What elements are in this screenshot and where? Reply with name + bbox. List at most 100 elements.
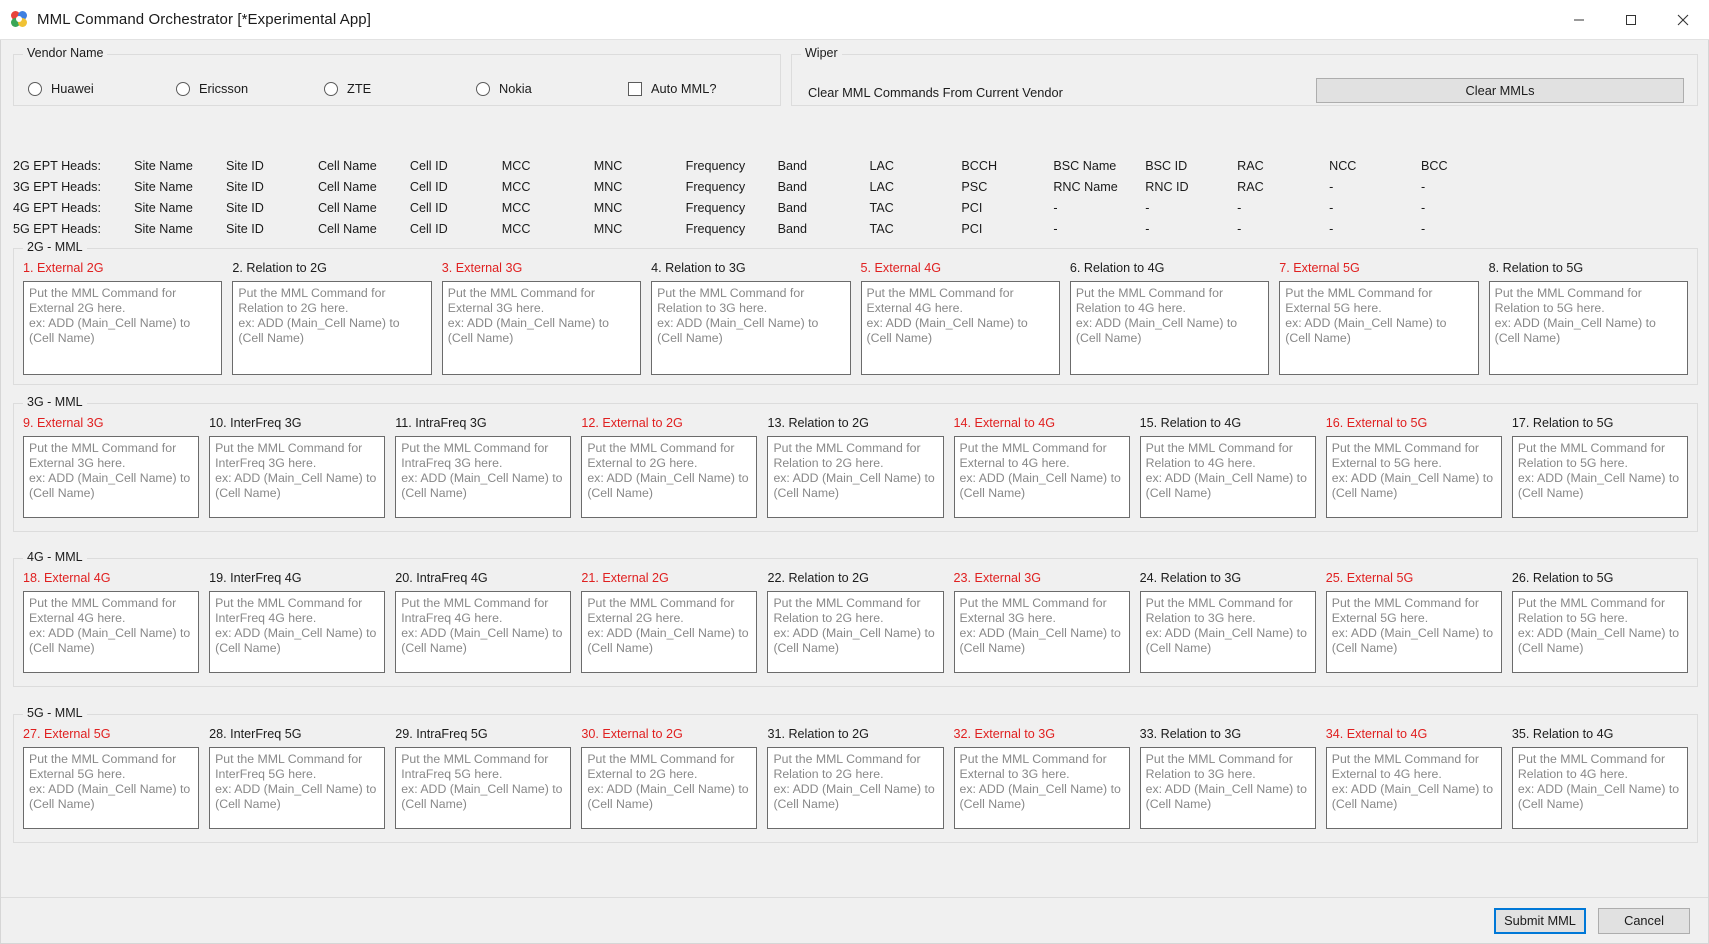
- mml-field-6: 6. Relation to 4G Put the MML Command fo…: [1069, 261, 1279, 375]
- section-5g-grid: 27. External 5G Put the MML Command for …: [14, 715, 1697, 840]
- minimize-icon[interactable]: [1553, 0, 1605, 39]
- ept-cell: LAC: [869, 179, 894, 194]
- mml-field-2: 2. Relation to 2G Put the MML Command fo…: [232, 261, 441, 375]
- ept-cell: MNC: [593, 221, 623, 236]
- table-row: 4G EPT Heads: Site Name Site ID Cell Nam…: [13, 197, 1513, 218]
- section-2g-grid: 1. External 2G Put the MML Command for E…: [14, 249, 1697, 386]
- ept-cell: Cell ID: [409, 221, 448, 236]
- mml-input-25[interactable]: Put the MML Command for External 5G here…: [1325, 591, 1502, 673]
- submit-mml-button[interactable]: Submit MML: [1494, 907, 1586, 934]
- ept-cell: PCI: [961, 221, 983, 236]
- wiper-group-legend: Wiper: [801, 46, 842, 60]
- mml-input-24[interactable]: Put the MML Command for Relation to 3G h…: [1139, 591, 1316, 673]
- radio-huawei[interactable]: Huawei: [28, 81, 176, 96]
- mml-input-13[interactable]: Put the MML Command for Relation to 2G h…: [767, 436, 944, 518]
- mml-input-17[interactable]: Put the MML Command for Relation to 5G h…: [1511, 436, 1688, 518]
- mml-input-5[interactable]: Put the MML Command for External 4G here…: [860, 281, 1060, 375]
- clear-mmls-button[interactable]: Clear MMLs: [1316, 78, 1684, 103]
- mml-input-21[interactable]: Put the MML Command for External 2G here…: [581, 591, 758, 673]
- ept-cell: -: [1329, 200, 1334, 215]
- maximize-icon[interactable]: [1605, 0, 1657, 39]
- mml-input-4[interactable]: Put the MML Command for Relation to 3G h…: [651, 281, 851, 375]
- mml-field-32: 32. External to 3G Put the MML Command f…: [953, 727, 1140, 829]
- section-2g-mml: 2G - MML 1. External 2G Put the MML Comm…: [13, 240, 1698, 386]
- mml-input-6[interactable]: Put the MML Command for Relation to 4G h…: [1069, 281, 1270, 375]
- mml-input-9[interactable]: Put the MML Command for External 3G here…: [23, 436, 200, 518]
- section-3g-legend: 3G - MML: [23, 395, 87, 409]
- ept-cell: -: [1145, 200, 1150, 215]
- mml-label-29: 29. IntraFreq 5G: [395, 727, 488, 741]
- mml-field-28: 28. InterFreq 5G Put the MML Command for…: [209, 727, 395, 829]
- section-3g-mml: 3G - MML 9. External 3G Put the MML Comm…: [13, 395, 1698, 532]
- ept-cell: Cell Name: [317, 200, 377, 215]
- close-icon[interactable]: [1657, 0, 1709, 39]
- radio-ericsson[interactable]: Ericsson: [176, 81, 324, 96]
- section-4g-grid: 18. External 4G Put the MML Command for …: [14, 559, 1697, 684]
- mml-input-15[interactable]: Put the MML Command for Relation to 4G h…: [1139, 436, 1316, 518]
- radio-zte[interactable]: ZTE: [324, 81, 476, 96]
- cancel-button[interactable]: Cancel: [1598, 907, 1690, 934]
- mml-input-14[interactable]: Put the MML Command for External to 4G h…: [953, 436, 1130, 518]
- ept-cell: MCC: [501, 221, 531, 236]
- mml-label-1: 1. External 2G: [23, 261, 104, 275]
- mml-input-16[interactable]: Put the MML Command for External to 5G h…: [1325, 436, 1502, 518]
- app-logo-icon: [11, 11, 28, 28]
- radio-nokia[interactable]: Nokia: [476, 81, 628, 96]
- mml-input-34[interactable]: Put the MML Command for External to 4G h…: [1325, 747, 1502, 829]
- ept-cell: Frequency: [685, 179, 746, 194]
- mml-label-22: 22. Relation to 2G: [767, 571, 869, 585]
- mml-field-24: 24. Relation to 3G Put the MML Command f…: [1139, 571, 1326, 673]
- radio-circle-icon: [476, 81, 490, 96]
- ept-cell: TAC: [869, 221, 894, 236]
- mml-input-32[interactable]: Put the MML Command for External to 3G h…: [953, 747, 1130, 829]
- mml-input-2[interactable]: Put the MML Command for Relation to 2G h…: [232, 281, 432, 375]
- mml-input-22[interactable]: Put the MML Command for Relation to 2G h…: [767, 591, 944, 673]
- mml-input-18[interactable]: Put the MML Command for External 4G here…: [23, 591, 200, 673]
- mml-input-23[interactable]: Put the MML Command for External 3G here…: [953, 591, 1130, 673]
- mml-input-19[interactable]: Put the MML Command for InterFreq 4G her…: [209, 591, 386, 673]
- mml-input-11[interactable]: Put the MML Command for IntraFreq 3G her…: [395, 436, 572, 518]
- mml-input-27[interactable]: Put the MML Command for External 5G here…: [23, 747, 200, 829]
- mml-input-26[interactable]: Put the MML Command for Relation to 5G h…: [1511, 591, 1688, 673]
- ept-cell: MCC: [501, 179, 531, 194]
- mml-field-10: 10. InterFreq 3G Put the MML Command for…: [209, 416, 395, 518]
- mml-label-6: 6. Relation to 4G: [1069, 261, 1165, 275]
- mml-input-35[interactable]: Put the MML Command for Relation to 4G h…: [1511, 747, 1688, 829]
- radio-circle-icon: [324, 81, 338, 96]
- ept-cell: -: [1237, 221, 1242, 236]
- mml-label-15: 15. Relation to 4G: [1139, 416, 1242, 430]
- ept-cell: MNC: [593, 179, 623, 194]
- ept-cell: -: [1237, 200, 1242, 215]
- ept-cell: MNC: [593, 158, 623, 173]
- checkbox-auto-mml[interactable]: Auto MML?: [628, 81, 716, 96]
- ept-cell: Cell ID: [409, 158, 448, 173]
- ept-row-lead: 5G EPT Heads:: [13, 221, 101, 236]
- mml-label-7: 7. External 5G: [1279, 261, 1360, 275]
- mml-input-31[interactable]: Put the MML Command for Relation to 2G h…: [767, 747, 944, 829]
- mml-input-10[interactable]: Put the MML Command for InterFreq 3G her…: [209, 436, 386, 518]
- ept-cell: -: [1421, 179, 1426, 194]
- mml-input-33[interactable]: Put the MML Command for Relation to 3G h…: [1139, 747, 1316, 829]
- mml-input-30[interactable]: Put the MML Command for External to 2G h…: [581, 747, 758, 829]
- main-panel: Vendor Name Huawei Ericsson ZTE Nokia Au…: [0, 40, 1709, 944]
- ept-cell: RNC ID: [1145, 179, 1189, 194]
- mml-input-7[interactable]: Put the MML Command for External 5G here…: [1279, 281, 1479, 375]
- mml-input-3[interactable]: Put the MML Command for External 3G here…: [441, 281, 642, 375]
- ept-cell: -: [1421, 221, 1426, 236]
- mml-field-27: 27. External 5G Put the MML Command for …: [23, 727, 209, 829]
- ept-cell: BSC Name: [1053, 158, 1117, 173]
- section-3g-grid: 9. External 3G Put the MML Command for E…: [14, 404, 1697, 529]
- mml-input-28[interactable]: Put the MML Command for InterFreq 5G her…: [209, 747, 386, 829]
- ept-cell: Cell ID: [409, 200, 448, 215]
- ept-cell: TAC: [869, 200, 894, 215]
- mml-input-20[interactable]: Put the MML Command for IntraFreq 4G her…: [395, 591, 572, 673]
- mml-input-1[interactable]: Put the MML Command for External 2G here…: [23, 281, 223, 375]
- mml-field-17: 17. Relation to 5G Put the MML Command f…: [1511, 416, 1688, 518]
- mml-input-8[interactable]: Put the MML Command for Relation to 5G h…: [1488, 281, 1688, 375]
- mml-input-12[interactable]: Put the MML Command for External to 2G h…: [581, 436, 758, 518]
- mml-label-23: 23. External 3G: [953, 571, 1042, 585]
- mml-input-29[interactable]: Put the MML Command for IntraFreq 5G her…: [395, 747, 572, 829]
- mml-label-25: 25. External 5G: [1325, 571, 1414, 585]
- mml-field-15: 15. Relation to 4G Put the MML Command f…: [1139, 416, 1326, 518]
- ept-cell: -: [1053, 200, 1058, 215]
